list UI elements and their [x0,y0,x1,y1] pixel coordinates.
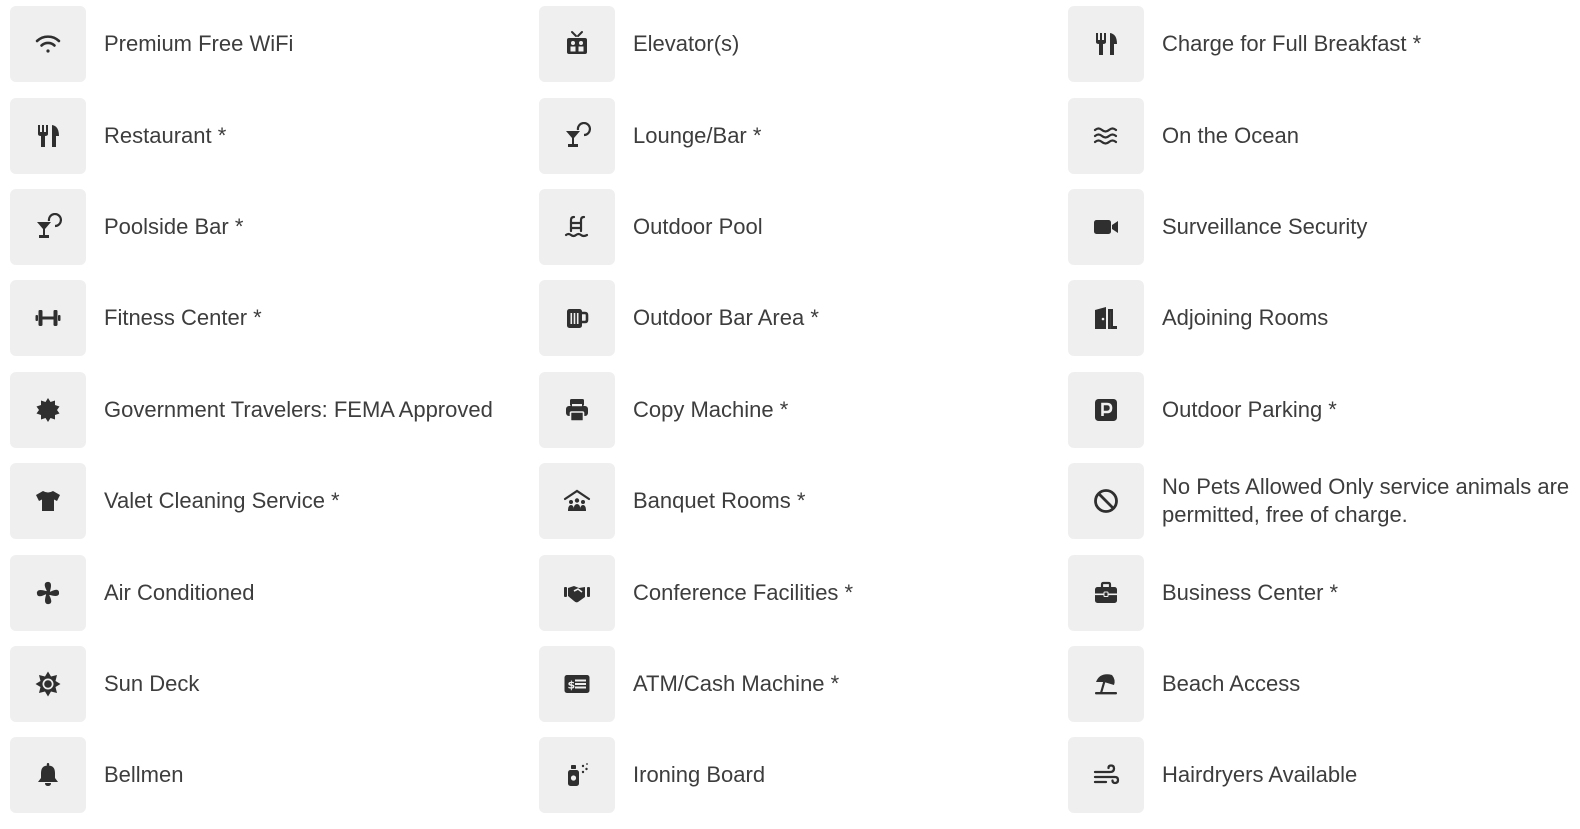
handshake-icon [539,554,615,631]
amenity-item: Lounge/Bar * [539,97,1068,188]
printer-icon [539,371,615,448]
amenity-item: On the Ocean [1068,97,1580,188]
amenity-item: Outdoor Parking * [1068,371,1580,463]
amenity-item: Copy Machine * [539,371,1068,463]
amenity-item: Conference Facilities * [539,554,1068,645]
sun-icon [10,645,86,722]
utensils-icon [10,97,86,174]
amenity-label: Ironing Board [633,762,766,788]
amenity-label: Charge for Full Breakfast * [1162,31,1422,57]
certificate-icon [10,371,86,448]
amenity-label: Business Center * [1162,579,1339,605]
amenity-item: Restaurant * [10,97,539,188]
amenity-item: $ ATM/Cash Machine * [539,645,1068,737]
amenity-label: Outdoor Pool [633,213,763,239]
amenity-label: No Pets Allowed Only service animals are… [1162,474,1570,528]
people-roof-icon [539,463,615,540]
amenity-item: Surveillance Security [1068,188,1580,280]
amenity-label: Lounge/Bar * [633,122,762,148]
amenity-item: Banquet Rooms * [539,463,1068,554]
amenity-label: Government Travelers: FEMA Approved [104,396,493,422]
swimming-pool-icon [539,188,615,265]
video-camera-icon [1068,188,1144,265]
amenity-label: Valet Cleaning Service * [104,488,340,514]
amenity-item: Bellmen [10,737,539,828]
amenity-label: Conference Facilities * [633,579,854,605]
amenity-item: Outdoor Bar Area * [539,280,1068,371]
amenity-item: Business Center * [1068,554,1580,645]
amenity-label: Air Conditioned [104,579,255,605]
beer-mug-icon [539,280,615,357]
amenity-item: Poolside Bar * [10,188,539,280]
amenity-item: Beach Access [1068,645,1580,737]
amenity-item: Adjoining Rooms [1068,280,1580,371]
briefcase-icon [1068,554,1144,631]
amenity-label: Premium Free WiFi [104,31,294,57]
amenity-item: Valet Cleaning Service * [10,463,539,554]
spray-bottle-icon [539,737,615,814]
money-check-icon: $ [539,645,615,722]
amenity-item: Fitness Center * [10,280,539,371]
amenity-item: Outdoor Pool [539,188,1068,280]
amenity-item: Sun Deck [10,645,539,737]
shirt-icon [10,463,86,540]
amenity-item: Government Travelers: FEMA Approved [10,371,539,463]
amenity-label: Poolside Bar * [104,213,244,239]
amenity-label: Copy Machine * [633,396,789,422]
water-waves-icon [1068,97,1144,174]
amenity-label: On the Ocean [1162,122,1299,148]
amenity-label: Surveillance Security [1162,213,1368,239]
fan-icon [10,554,86,631]
cocktail-icon [539,97,615,174]
amenity-label: Outdoor Parking * [1162,396,1337,422]
amenity-label: Hairdryers Available [1162,762,1358,788]
amenity-item: No Pets Allowed Only service animals are… [1068,463,1580,554]
dumbbell-icon [10,280,86,357]
elevator-icon [539,6,615,83]
amenity-label: ATM/Cash Machine * [633,670,840,696]
amenity-item: Elevator(s) [539,6,1068,97]
amenity-label: Elevator(s) [633,31,740,57]
bell-icon [10,737,86,814]
amenity-label: Restaurant * [104,122,227,148]
wifi-icon [10,6,86,83]
amenity-label: Outdoor Bar Area * [633,305,819,331]
amenity-item: Premium Free WiFi [10,6,539,97]
amenity-item: Hairdryers Available [1068,737,1580,828]
cocktail-icon [10,188,86,265]
door-open-icon [1068,280,1144,357]
amenities-grid: Premium Free WiFi Elevator(s) Charge for… [0,0,1580,829]
amenity-label: Beach Access [1162,670,1301,696]
amenity-label: Fitness Center * [104,305,262,331]
amenity-label: Bellmen [104,762,184,788]
utensils-icon [1068,6,1144,83]
ban-icon [1068,463,1144,540]
umbrella-beach-icon [1068,645,1144,722]
amenity-item: Ironing Board [539,737,1068,828]
svg-text:$: $ [568,678,576,691]
wind-icon [1068,737,1144,814]
amenity-label: Sun Deck [104,670,200,696]
amenity-label: Adjoining Rooms [1162,305,1329,331]
amenity-item: Charge for Full Breakfast * [1068,6,1580,97]
amenity-label: Banquet Rooms * [633,488,806,514]
amenity-item: Air Conditioned [10,554,539,645]
parking-icon [1068,371,1144,448]
